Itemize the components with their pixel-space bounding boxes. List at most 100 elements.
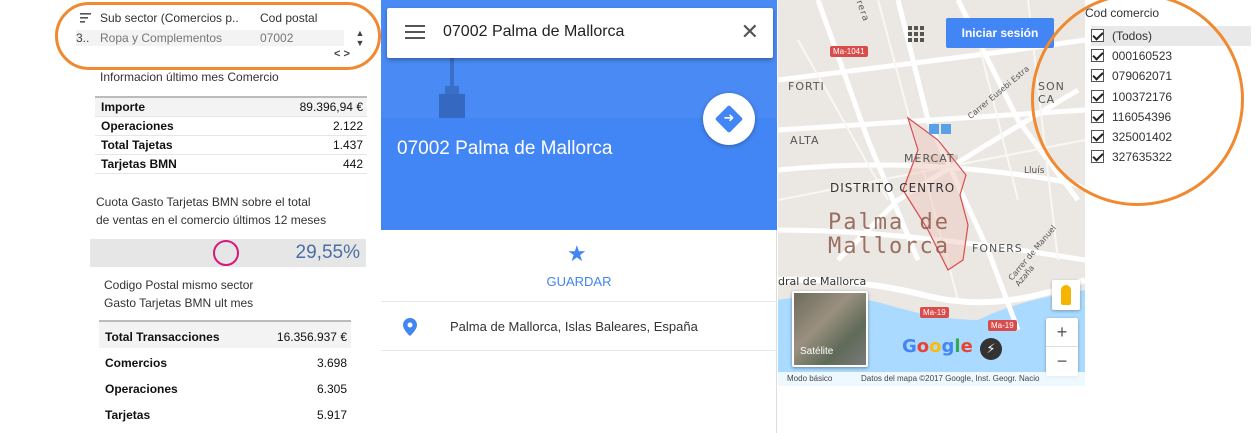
map-label: SON CA [1038,80,1065,106]
map-label: Lluís [1024,166,1045,176]
filter-table-header: Sub sector (Comercios p.. Cod postal [78,10,348,28]
apps-grid-icon[interactable] [908,26,924,42]
address-text: Palma de Mallorca, Islas Baleares, Españ… [450,319,698,334]
road-shield: Ma-19 [988,320,1017,331]
map-label: MERCAT [904,152,955,165]
row-label: Total Tajetas [101,138,173,152]
search-input[interactable]: 07002 Palma de Mallorca [443,23,624,41]
postal-line-2: Gasto Tarjetas BMN ult mes [104,296,254,310]
road-shield: Ma-1041 [830,46,868,57]
row-value: 89.396,94 € [299,100,363,114]
postal-line-1: Codigo Postal mismo sector [104,278,254,292]
lightning-icon[interactable]: ⚡ [980,338,1002,360]
table-row: Total Tajetas 1.437 [95,136,367,155]
pegman-icon[interactable] [1052,280,1080,310]
row-value: 2.122 [332,119,363,133]
checkbox-label[interactable]: (Todos) [1112,29,1152,43]
map-label: ALTA [790,134,820,147]
sort-icon[interactable] [80,12,92,24]
table-row: Importe 89.396,94 € [95,98,367,117]
tower-illustration [439,58,465,118]
quota-line-2: de ventas en el comercio últimos 12 mese… [96,213,327,227]
filter-title: Cod comercio [1085,6,1160,20]
vertical-scroll-arrows[interactable]: ▲ ▼ [354,28,366,48]
table-row: Operaciones 2.122 [95,117,367,136]
table-row: Comercios 3.698 [99,348,351,374]
checkbox-list: (Todos) 000160523 079062071 100372176 11… [1091,26,1251,167]
address-row[interactable]: Palma de Mallorca, Islas Baleares, Españ… [381,303,777,351]
quota-bar: 29,55% [90,239,366,267]
directions-button[interactable]: ➜ [703,93,755,145]
search-box[interactable]: 07002 Palma de Mallorca ✕ [387,8,773,58]
star-icon[interactable]: ★ [567,241,587,267]
row-index: 3.. [76,31,90,45]
chevron-down-icon[interactable]: ▼ [354,38,366,48]
checkbox-label[interactable]: 100372176 [1112,90,1172,104]
checkbox-label[interactable]: 000160523 [1112,49,1172,63]
place-title: 07002 Palma de Mallorca [397,138,613,159]
checkbox[interactable] [1091,109,1104,123]
map-attribution: Datos del mapa ©2017 Google, Inst. Geogr… [861,374,1040,383]
row-value: 1.437 [332,138,363,152]
list-item[interactable]: 325001402 [1091,127,1251,147]
checkbox[interactable] [1091,69,1104,83]
row-label: Tarjetas [105,408,151,422]
checkbox-label[interactable]: 327635322 [1112,150,1172,164]
chevron-left-icon[interactable]: < [334,48,340,60]
table-row: Total Transacciones 16.356.937 € [99,322,351,348]
basic-mode-link[interactable]: Modo básico [787,374,832,383]
filter-table: Sub sector (Comercios p.. Cod postal 3..… [72,6,372,64]
info-title: Informacion último mes Comercio [100,70,279,84]
save-action[interactable]: ★ GUARDAR [381,230,777,302]
row-label: Tarjetas BMN [101,157,177,171]
list-item[interactable]: 100372176 [1091,87,1251,107]
checkbox[interactable] [1091,29,1104,42]
checkbox[interactable] [1091,49,1104,63]
column-header-subsector[interactable]: Sub sector (Comercios p.. [100,11,239,25]
checkbox-label[interactable]: 116054396 [1112,110,1171,124]
list-item[interactable]: 116054396 [1091,107,1251,127]
row-value: 3.698 [316,356,347,370]
list-item[interactable]: 327635322 [1091,147,1251,167]
horizontal-scroll-arrows[interactable]: < > [334,48,362,62]
checkbox-label[interactable]: 325001402 [1112,130,1172,144]
zoom-control[interactable]: + − [1046,318,1078,376]
row-label: Operaciones [105,382,178,396]
map-city-label: Mallorca [828,234,950,259]
row-label: Total Transacciones [105,330,220,344]
checkbox[interactable] [1091,89,1104,103]
arrow-right-icon: ➜ [723,110,735,125]
close-icon[interactable]: ✕ [741,19,759,45]
map-label: FONERS [972,242,1023,255]
map-label: dral de Mallorca [778,275,867,288]
row-value: 16.356.937 € [276,330,347,344]
row-value: 442 [342,157,363,171]
list-item[interactable]: 079062071 [1091,66,1251,86]
road-shield: Ma-19 [920,307,949,318]
quota-marker-circle [213,240,239,266]
map-label: FORTI [788,80,825,93]
satellite-toggle[interactable]: Satélite [792,291,868,367]
save-button[interactable]: GUARDAR [381,274,777,289]
chevron-right-icon[interactable]: > [344,48,350,60]
map-canvas[interactable]: edrera FORTI ALTA MERCAT DISTRITO CENTRO… [778,0,1085,386]
column-header-cod-postal[interactable]: Cod postal [260,11,317,25]
checkbox-label[interactable]: 079062071 [1112,69,1172,83]
google-logo: Google [902,336,973,357]
checkbox[interactable] [1091,150,1104,164]
table-row: Operaciones 6.305 [99,374,351,400]
chevron-up-icon[interactable]: ▲ [354,28,366,38]
table-row[interactable]: 3.. Ropa y Complementos 07002 [76,30,344,46]
row-cod-postal: 07002 [260,31,294,45]
list-item[interactable]: 000160523 [1091,46,1251,66]
menu-icon[interactable] [405,25,425,41]
map-label: DISTRITO CENTRO [830,181,956,195]
quota-line-1: Cuota Gasto Tarjetas BMN sobre el total [96,195,311,209]
info-table: Importe 89.396,94 € Operaciones 2.122 Tota… [95,96,367,174]
sign-in-button[interactable]: Iniciar sesión [946,18,1054,48]
zoom-in-button[interactable]: + [1046,318,1078,347]
checkbox[interactable] [1091,129,1104,143]
table-row: Tarjetas 5.917 [99,400,351,426]
row-label: Operaciones [101,119,174,133]
list-item[interactable]: (Todos) [1091,26,1251,47]
